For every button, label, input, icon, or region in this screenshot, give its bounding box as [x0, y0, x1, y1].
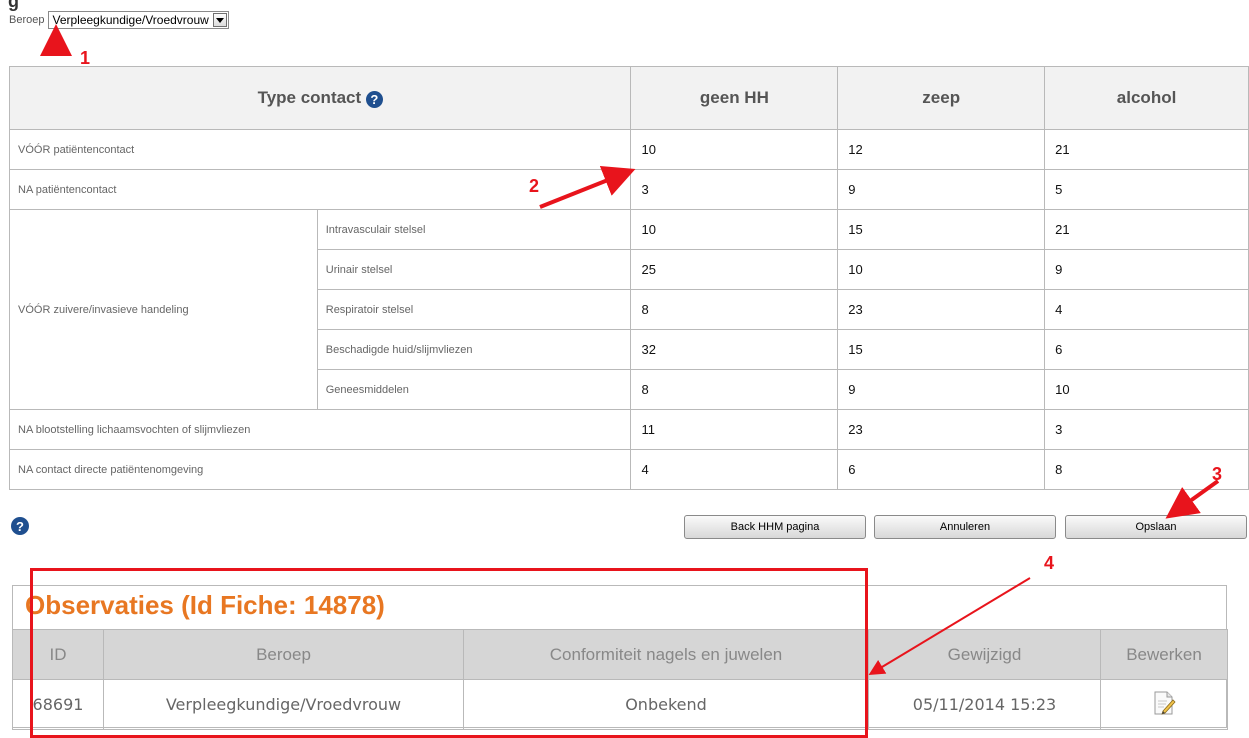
geen-hh-cell[interactable]: 25 — [630, 249, 839, 290]
observation-beroep: Verpleegkundige/Vroedvrouw — [103, 679, 464, 730]
alcohol-cell[interactable]: 5 — [1044, 169, 1249, 210]
table-row: VÓÓR zuivere/invasieve handeling Intrava… — [9, 209, 1249, 410]
zeep-header: zeep — [837, 66, 1046, 130]
observation-conformiteit: Onbekend — [463, 679, 869, 730]
row-label: Intravasculair stelsel — [316, 209, 632, 250]
geen-hh-header: geen HH — [630, 66, 839, 130]
alcohol-cell[interactable]: 21 — [1044, 209, 1249, 250]
table-row: NA patiëntencontact 3 9 5 — [8, 169, 1249, 210]
geen-hh-cell[interactable]: 10 — [630, 129, 839, 170]
row-label: NA blootstelling lichaamsvochten of slij… — [8, 409, 632, 450]
annotation-number-4: 4 — [1044, 553, 1055, 573]
col-bewerken: Bewerken — [1100, 629, 1228, 680]
observation-edit-cell — [1100, 679, 1228, 730]
col-gewijzigd[interactable]: Gewijzigd — [868, 629, 1101, 680]
zeep-cell[interactable]: 9 — [837, 169, 1046, 210]
zeep-cell[interactable]: 10 — [837, 249, 1046, 290]
edit-document-icon[interactable] — [1152, 690, 1176, 720]
geen-hh-cell[interactable]: 3 — [630, 169, 839, 210]
row-label: VÓÓR patiëntencontact — [8, 129, 632, 170]
alcohol-header: alcohol — [1044, 66, 1249, 130]
group-label: VÓÓR zuivere/invasieve handeling — [9, 209, 318, 410]
chevron-down-icon[interactable] — [212, 13, 227, 27]
row-label: Geneesmiddelen — [316, 369, 632, 410]
zeep-cell[interactable]: 6 — [837, 449, 1046, 490]
type-contact-header: Type contact ? — [8, 66, 632, 130]
col-conformiteit[interactable]: Conformiteit nagels en juwelen — [463, 629, 869, 680]
observation-gewijzigd: 05/11/2014 15:23 — [868, 679, 1101, 730]
annotation-number-1: 1 — [80, 48, 91, 68]
alcohol-cell[interactable]: 10 — [1044, 369, 1249, 410]
table-row: NA blootstelling lichaamsvochten of slij… — [8, 409, 1249, 450]
zeep-cell[interactable]: 23 — [837, 409, 1046, 450]
cancel-button[interactable]: Annuleren — [874, 515, 1056, 539]
observation-id: 68691 — [12, 679, 104, 730]
alcohol-cell[interactable]: 4 — [1044, 289, 1249, 330]
type-contact-label: Type contact — [257, 88, 362, 107]
zeep-cell[interactable]: 23 — [837, 289, 1046, 330]
alcohol-cell[interactable]: 3 — [1044, 409, 1249, 450]
geen-hh-cell[interactable]: 8 — [630, 369, 839, 410]
beroep-label: Beroep — [9, 14, 45, 26]
alcohol-cell[interactable]: 9 — [1044, 249, 1249, 290]
beroep-selector: Beroep Verpleegkundige/Vroedvrouw — [9, 11, 229, 29]
geen-hh-cell[interactable]: 8 — [630, 289, 839, 330]
help-circle-icon[interactable]: ? — [365, 91, 383, 108]
table-row: 68691 Verpleegkundige/Vroedvrouw Onbeken… — [12, 679, 1228, 730]
observaties-table: ID Beroep Conformiteit nagels en juwelen… — [12, 629, 1228, 730]
hand-hygiene-grid: Type contact ? geen HH zeep alcohol VÓÓR… — [8, 66, 1249, 490]
back-hhm-button[interactable]: Back HHM pagina — [684, 515, 866, 539]
row-label: NA contact directe patiëntenomgeving — [8, 449, 632, 490]
geen-hh-cell[interactable]: 4 — [630, 449, 839, 490]
annotation-number-3: 3 — [1212, 464, 1223, 484]
beroep-select[interactable]: Verpleegkundige/Vroedvrouw — [48, 11, 229, 29]
annotation-number-2: 2 — [529, 176, 540, 196]
geen-hh-cell[interactable]: 32 — [630, 329, 839, 370]
row-label: Beschadigde huid/slijmvliezen — [316, 329, 632, 370]
col-id[interactable]: ID — [12, 629, 104, 680]
row-label: Urinair stelsel — [316, 249, 632, 290]
observaties-title: Observaties (Id Fiche: 14878) — [25, 590, 385, 620]
row-label: Respiratoir stelsel — [316, 289, 632, 330]
zeep-cell[interactable]: 15 — [837, 329, 1046, 370]
zeep-cell[interactable]: 15 — [837, 209, 1046, 250]
geen-hh-cell[interactable]: 10 — [630, 209, 839, 250]
zeep-cell[interactable]: 9 — [837, 369, 1046, 410]
help-circle-icon[interactable]: ? — [11, 517, 29, 535]
table-row: VÓÓR patiëntencontact 10 12 21 — [8, 129, 1249, 170]
alcohol-cell[interactable]: 6 — [1044, 329, 1249, 370]
zeep-cell[interactable]: 12 — [837, 129, 1046, 170]
col-beroep[interactable]: Beroep — [103, 629, 464, 680]
table-row: NA contact directe patiëntenomgeving 4 6… — [8, 449, 1249, 490]
alcohol-cell[interactable]: 21 — [1044, 129, 1249, 170]
save-button[interactable]: Opslaan — [1065, 515, 1247, 539]
beroep-select-value: Verpleegkundige/Vroedvrouw — [52, 13, 209, 27]
geen-hh-cell[interactable]: 11 — [630, 409, 839, 450]
